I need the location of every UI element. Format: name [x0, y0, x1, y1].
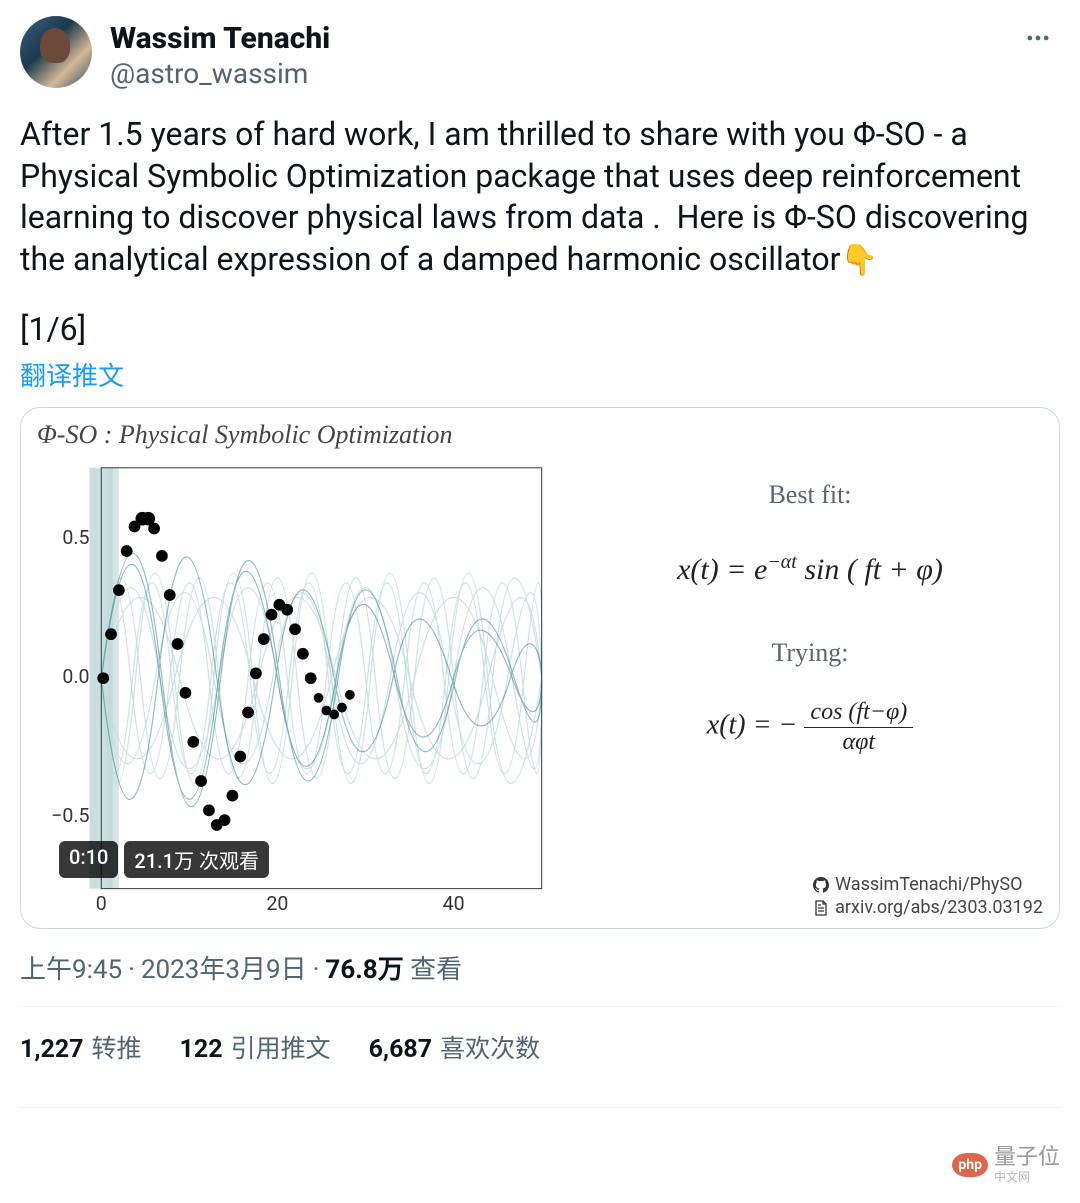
more-icon [1024, 24, 1052, 52]
tweet-container: Wassim Tenachi @astro_wassim After 1.5 y… [0, 0, 1080, 1108]
quotes-stat[interactable]: 122 引用推文 [180, 1029, 331, 1065]
translate-link[interactable]: 翻译推文 [20, 356, 1060, 393]
more-button[interactable] [1016, 16, 1060, 64]
plot-area: 0.5 0.0 −0.5 0 20 40 [37, 458, 557, 918]
best-fit-formula: x(t) = e−αt sin ( ft + φ) [577, 550, 1043, 588]
formula-tail: sin ( ft + φ) [797, 553, 943, 586]
media-card[interactable]: Φ-SO : Physical Symbolic Optimization 0.… [20, 407, 1060, 929]
formula-lhs: x(t) = [677, 553, 754, 586]
github-link-text: WassimTenachi/PhySO [835, 874, 1022, 895]
trying-formula: x(t) = − cos (ft−φ)αφt [577, 698, 1043, 757]
stats-row: 1,227 转推 122 引用推文 6,687喜欢次数 [20, 1007, 1060, 1087]
trying-label: Trying: [577, 638, 1043, 668]
tweet-time[interactable]: 上午9:45 [20, 955, 122, 985]
document-icon [813, 900, 829, 916]
meta-line: 上午9:45·2023年3月9日·76.8万 查看 [20, 949, 1060, 986]
tweet-header: Wassim Tenachi @astro_wassim [20, 16, 1060, 90]
likes-stat[interactable]: 6,687喜欢次数 [369, 1029, 541, 1065]
author-names[interactable]: Wassim Tenachi @astro_wassim [110, 16, 1016, 90]
tweet-text-content: After 1.5 years of hard work, I am thril… [20, 115, 1036, 278]
views-label: 查看 [410, 955, 462, 985]
svg-text:40: 40 [443, 893, 465, 916]
formula2-lhs: x(t) = − [707, 710, 805, 741]
svg-text:20: 20 [266, 893, 288, 916]
retweets-count: 1,227 [20, 1035, 84, 1064]
watermark-logo: php [952, 1153, 988, 1177]
handle: @astro_wassim [110, 57, 1016, 90]
views-count: 76.8万 [325, 955, 403, 985]
video-time-chip: 0:10 [59, 841, 118, 878]
best-fit-label: Best fit: [577, 480, 1043, 510]
svg-text:0.5: 0.5 [62, 527, 89, 550]
watermark: php 量子位 中文网 [952, 1139, 1060, 1185]
divider-bottom [20, 1107, 1060, 1108]
formula-base: e [754, 553, 767, 586]
watermark-brand: 量子位 [994, 1145, 1060, 1170]
likes-count: 6,687 [369, 1035, 433, 1064]
media-links: WassimTenachi/PhySO arxiv.org/abs/2303.0… [813, 872, 1043, 918]
video-views-chip: 21.1万 次观看 [124, 841, 269, 878]
pointing-down-icon: 👇 [840, 241, 877, 280]
likes-label: 喜欢次数 [440, 1035, 540, 1064]
watermark-sub: 中文网 [994, 1168, 1060, 1185]
media-body: 0.5 0.0 −0.5 0 20 40 [37, 458, 1043, 918]
quotes-count: 122 [180, 1035, 223, 1064]
avatar[interactable] [20, 16, 92, 88]
formula-area: Best fit: x(t) = e−αt sin ( ft + φ) Tryi… [557, 458, 1043, 918]
quotes-label: 引用推文 [231, 1035, 331, 1064]
formula2-frac: cos (ft−φ)αφt [804, 698, 913, 757]
arxiv-link-row[interactable]: arxiv.org/abs/2303.03192 [813, 897, 1043, 918]
video-badge: 0:10 21.1万 次观看 [59, 841, 269, 878]
tweet-text: After 1.5 years of hard work, I am thril… [20, 114, 1060, 280]
formula-exp: −αt [767, 551, 797, 573]
media-title: Φ-SO : Physical Symbolic Optimization [37, 420, 1043, 450]
retweets-stat[interactable]: 1,227 转推 [20, 1029, 142, 1065]
github-link-row[interactable]: WassimTenachi/PhySO [813, 874, 1043, 895]
retweets-label: 转推 [92, 1035, 142, 1064]
display-name: Wassim Tenachi [110, 22, 1016, 55]
arxiv-link-text: arxiv.org/abs/2303.03192 [835, 897, 1043, 918]
github-icon [813, 877, 829, 893]
thread-position: [1/6] [20, 310, 1060, 348]
svg-text:−0.5: −0.5 [51, 804, 89, 827]
formula2-den: αφt [804, 728, 913, 757]
tweet-date[interactable]: 2023年3月9日 [141, 955, 307, 985]
svg-text:0.0: 0.0 [62, 665, 89, 688]
svg-text:0: 0 [96, 893, 107, 916]
formula2-num: cos (ft−φ) [804, 698, 913, 728]
